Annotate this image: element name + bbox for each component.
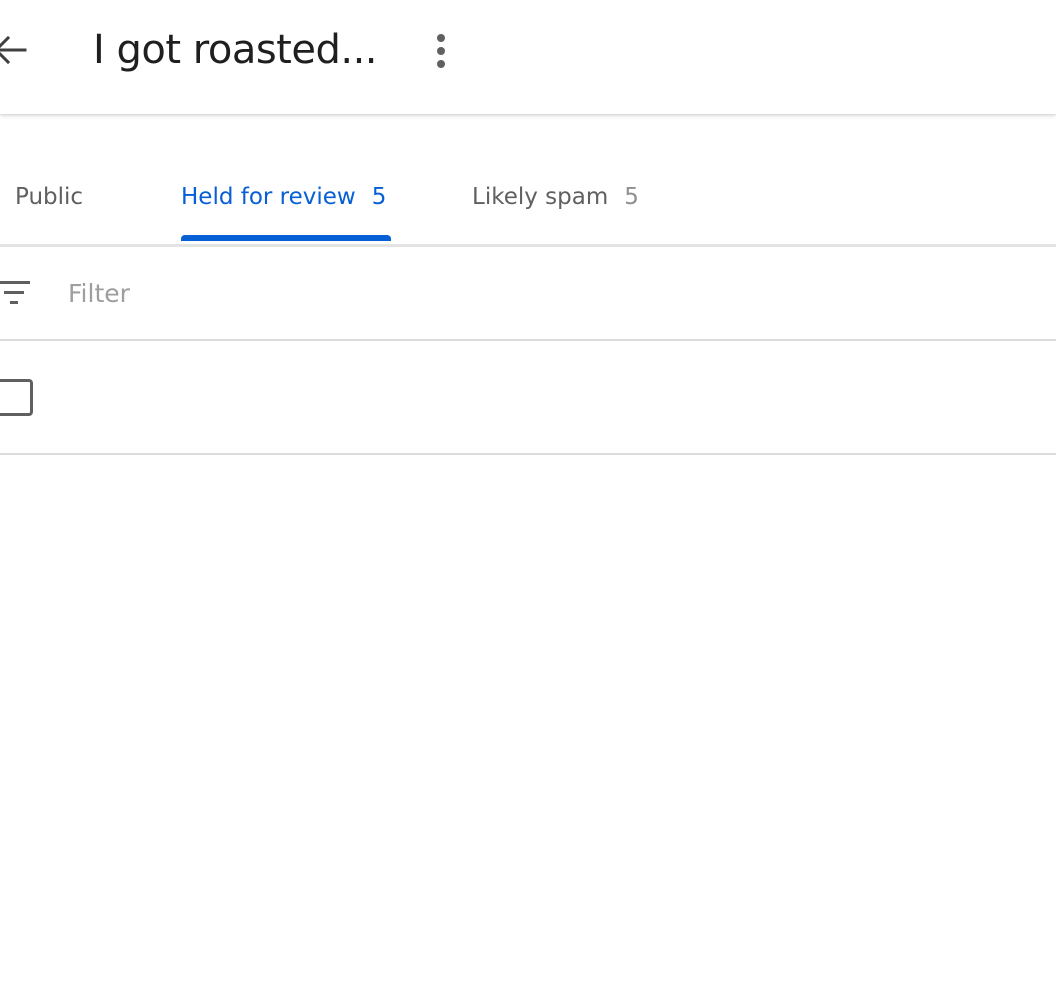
filter-input[interactable]: [68, 269, 968, 317]
tab-label: Held for review: [181, 184, 356, 210]
arrow-left-icon: [0, 35, 27, 65]
select-all-checkbox[interactable]: [0, 379, 33, 416]
select-all-row: [0, 341, 1056, 455]
more-vert-icon: [437, 34, 445, 68]
moderation-tabs: Public Held for review 5 Likely spam 5: [0, 150, 1056, 247]
tab-label: Likely spam: [472, 184, 609, 210]
top-app-bar: I got roasted...: [0, 0, 1056, 114]
tab-label: Public: [15, 184, 84, 210]
page-title: I got roasted...: [93, 27, 378, 73]
more-options-button[interactable]: [420, 28, 462, 74]
tab-count: 5: [371, 184, 387, 210]
filter-bar: [0, 247, 1056, 341]
active-tab-indicator: [181, 235, 391, 241]
filter-icon[interactable]: [0, 279, 34, 307]
tab-held-for-review[interactable]: Held for review 5: [181, 150, 386, 244]
tab-public[interactable]: Public: [15, 150, 83, 244]
back-button[interactable]: [0, 26, 34, 74]
tab-likely-spam[interactable]: Likely spam 5: [472, 150, 639, 244]
tab-count: 5: [624, 184, 639, 210]
comments-moderation-page: I got roasted... Public Held for review …: [0, 0, 1056, 1008]
